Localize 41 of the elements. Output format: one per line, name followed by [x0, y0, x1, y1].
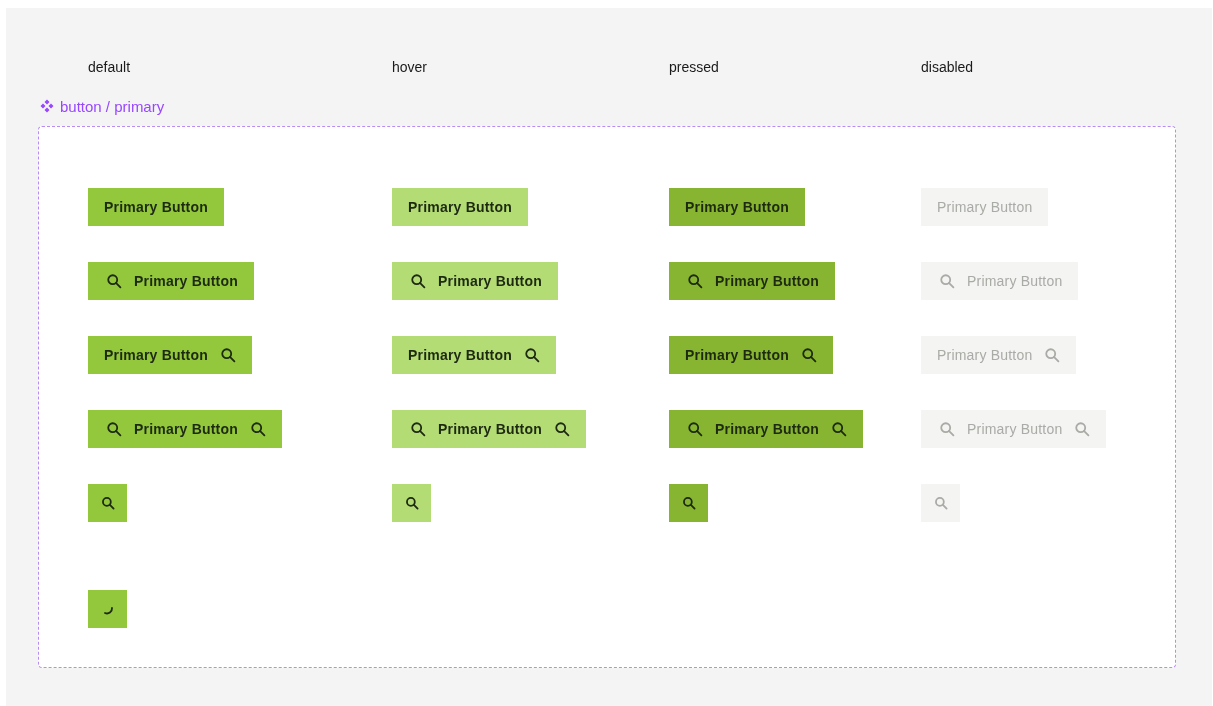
primary-button[interactable]: Primary Button — [669, 262, 835, 300]
search-button[interactable] — [669, 484, 708, 522]
search-button[interactable] — [88, 484, 127, 522]
primary-button[interactable]: Primary Button — [669, 336, 833, 374]
search-icon — [523, 347, 540, 363]
search-icon — [933, 496, 948, 510]
primary-button[interactable]: Primary Button — [392, 410, 586, 448]
search-icon — [219, 347, 236, 363]
primary-button[interactable]: Primary Button — [88, 336, 252, 374]
search-icon — [830, 421, 847, 437]
component-title: button / primary — [60, 97, 165, 115]
search-icon — [1074, 421, 1091, 437]
search-icon — [687, 273, 703, 289]
search-icon — [553, 421, 570, 437]
search-icon — [404, 496, 419, 510]
search-icon — [939, 273, 955, 289]
state-label: disabled — [921, 58, 975, 76]
search-button[interactable] — [392, 484, 431, 522]
search-icon — [249, 421, 266, 437]
state-label: default — [88, 58, 132, 76]
search-icon — [106, 421, 122, 437]
search-icon — [106, 273, 122, 289]
primary-button[interactable]: Primary Button — [392, 262, 558, 300]
primary-button[interactable]: Primary Button — [88, 262, 254, 300]
search-icon — [1044, 347, 1061, 363]
primary-button[interactable]: Primary Button — [392, 336, 556, 374]
primary-button[interactable]: Primary Button — [392, 188, 528, 226]
search-icon — [939, 421, 955, 437]
search-icon — [800, 347, 817, 363]
state-label: pressed — [669, 58, 720, 76]
primary-button[interactable]: Primary Button — [669, 188, 805, 226]
search-icon — [410, 273, 426, 289]
search-icon — [687, 421, 703, 437]
primary-button[interactable]: Primary Button — [669, 410, 863, 448]
state-label: hover — [392, 58, 429, 76]
primary-button[interactable]: Primary Button — [88, 188, 224, 226]
search-icon — [100, 496, 115, 510]
component-icon — [40, 99, 54, 113]
primary-button[interactable]: Primary Button — [88, 410, 282, 448]
search-icon — [410, 421, 426, 437]
search-icon — [681, 496, 696, 510]
